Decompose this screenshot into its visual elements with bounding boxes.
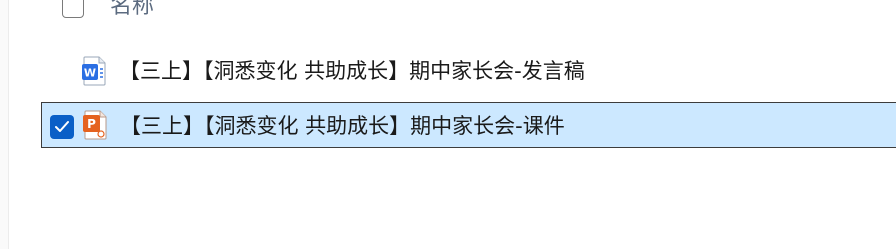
powerpoint-presentation-icon: P	[82, 110, 108, 140]
file-name-label: 【三上】【洞悉变化 共助成长】期中家长会-发言稿	[119, 59, 585, 83]
file-row[interactable]: W 【三上】【洞悉变化 共助成长】期中家长会-发言稿	[41, 48, 896, 94]
file-list-pane: 名称 W 【三上】【洞悉变化 共助成长】期中家长会-发言稿 P 【三上】【洞悉变…	[0, 0, 896, 249]
file-row-selected[interactable]: P 【三上】【洞悉变化 共助成长】期中家长会-课件	[41, 102, 896, 148]
select-all-checkbox[interactable]	[62, 0, 84, 18]
word-icon-letter: W	[84, 67, 96, 80]
name-column-header[interactable]: 名称	[110, 0, 154, 20]
column-header-row: 名称	[40, 0, 896, 22]
checkmark-icon	[55, 121, 69, 132]
powerpoint-icon-letter: P	[87, 117, 96, 131]
word-document-icon: W	[81, 56, 107, 86]
row-checkbox-checked[interactable]	[50, 115, 74, 139]
file-name-label: 【三上】【洞悉变化 共助成长】期中家长会-课件	[120, 114, 565, 138]
navigation-pane-edge	[0, 0, 9, 249]
